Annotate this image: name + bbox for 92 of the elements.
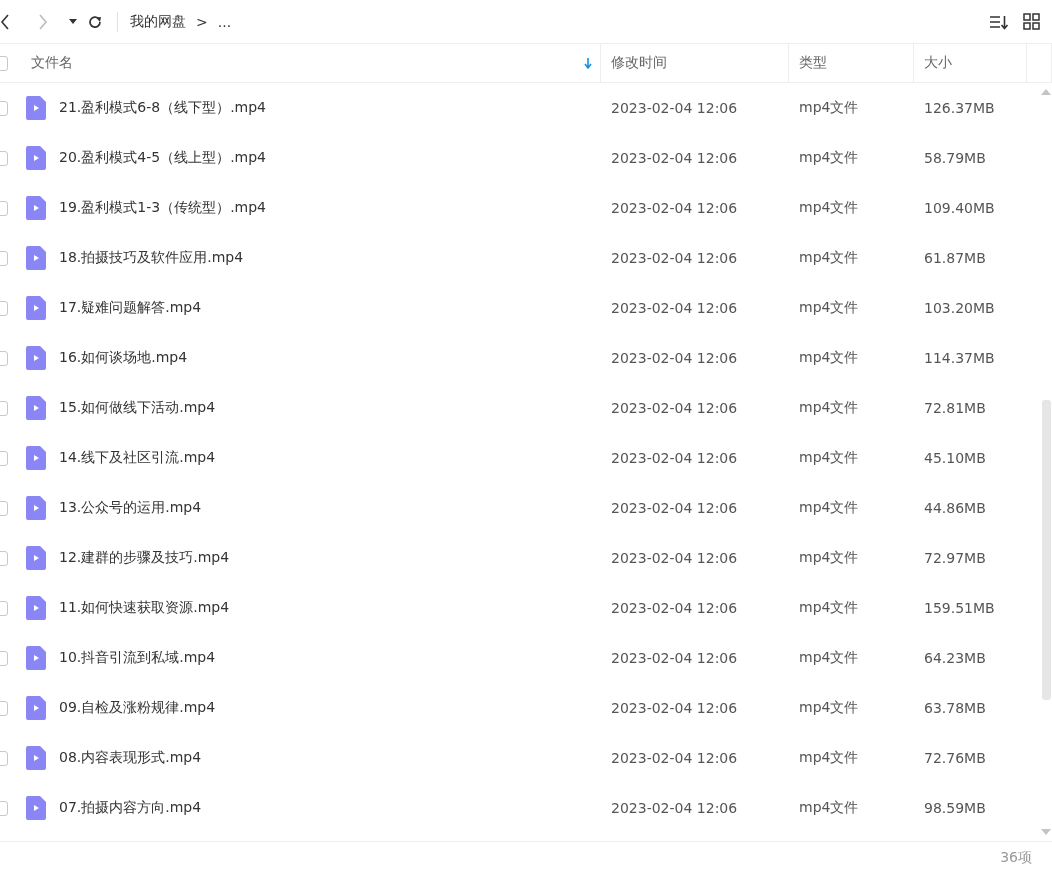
video-file-icon [26,146,46,170]
video-file-icon [26,596,46,620]
video-file-icon [26,746,46,770]
grid-view-icon[interactable] [1023,13,1040,30]
file-type: mp4文件 [799,549,859,567]
file-type: mp4文件 [799,449,859,467]
scroll-down-icon[interactable] [1041,829,1051,835]
sort-list-icon[interactable] [989,13,1009,30]
file-type: mp4文件 [799,399,859,417]
video-file-icon [26,196,46,220]
video-file-icon [26,646,46,670]
file-name[interactable]: 19.盈利模式1-3（传统型）.mp4 [59,199,266,217]
file-size: 58.79MB [924,150,986,166]
file-size: 126.37MB [924,100,995,116]
file-type: mp4文件 [799,299,859,317]
file-size: 72.76MB [924,750,986,766]
file-name[interactable]: 08.内容表现形式.mp4 [59,749,202,767]
file-name[interactable]: 15.如何做线下活动.mp4 [59,399,216,417]
file-size: 72.81MB [924,400,986,416]
file-name[interactable]: 07.拍摄内容方向.mp4 [59,799,202,817]
modified-time: 2023-02-04 12:06 [611,650,738,666]
file-size: 61.87MB [924,250,986,266]
file-type: mp4文件 [799,499,859,517]
video-file-icon [26,496,46,520]
item-count: 36项 [1000,849,1032,867]
modified-time: 2023-02-04 12:06 [611,200,738,216]
scroll-up-icon[interactable] [1041,89,1051,95]
breadcrumb-item[interactable]: 我的网盘 [130,12,186,31]
file-name[interactable]: 09.自检及涨粉规律.mp4 [59,699,216,717]
file-type: mp4文件 [799,99,859,117]
modified-time: 2023-02-04 12:06 [611,500,738,516]
video-file-icon [26,696,46,720]
column-header[interactable]: 文件名 [30,44,601,82]
modified-time: 2023-02-04 12:06 [611,150,738,166]
file-name[interactable]: 10.抖音引流到私域.mp4 [59,649,216,667]
file-type: mp4文件 [799,749,859,767]
file-size: 103.20MB [924,300,995,316]
modified-time: 2023-02-04 12:06 [611,100,738,116]
modified-time: 2023-02-04 12:06 [611,400,738,416]
modified-time: 2023-02-04 12:06 [611,450,738,466]
file-name[interactable]: 21.盈利模式6-8（线下型）.mp4 [59,99,266,117]
modified-time: 2023-02-04 12:06 [611,350,738,366]
file-name[interactable]: 18.拍摄技巧及软件应用.mp4 [59,249,244,267]
file-type: mp4文件 [799,699,859,717]
modified-time: 2023-02-04 12:06 [611,300,738,316]
file-size: 109.40MB [924,200,995,216]
dropdown-caret-icon[interactable] [69,18,77,25]
file-name[interactable]: 20.盈利模式4-5（线上型）.mp4 [59,149,266,167]
video-file-icon [26,246,46,270]
file-name[interactable]: 17.疑难问题解答.mp4 [59,299,202,317]
modified-time: 2023-02-04 12:06 [611,550,738,566]
breadcrumb-separator: > [196,13,208,30]
file-size: 72.97MB [924,550,986,566]
video-file-icon [26,96,46,120]
video-file-icon [26,346,46,370]
modified-time: 2023-02-04 12:06 [611,750,738,766]
file-size: 45.10MB [924,450,986,466]
refresh-icon[interactable] [87,13,103,30]
video-file-icon [26,546,46,570]
file-name[interactable]: 14.线下及社区引流.mp4 [59,449,216,467]
breadcrumb-item[interactable]: ... [217,13,232,30]
file-name[interactable]: 12.建群的步骤及技巧.mp4 [59,549,230,567]
file-name[interactable]: 16.如何谈场地.mp4 [59,349,188,367]
file-size: 63.78MB [924,700,986,716]
file-name[interactable]: 13.公众号的运用.mp4 [59,499,202,517]
file-size: 98.59MB [924,800,986,816]
video-file-icon [26,446,46,470]
column-header[interactable]: 类型 [789,44,914,82]
video-file-icon [26,796,46,820]
modified-time: 2023-02-04 12:06 [611,700,738,716]
sort-arrow-icon[interactable] [584,57,592,69]
file-name[interactable]: 11.如何快速获取资源.mp4 [59,599,230,617]
file-size: 44.86MB [924,500,986,516]
back-icon[interactable] [0,13,10,30]
file-type: mp4文件 [799,149,859,167]
forward-icon[interactable] [38,13,48,30]
video-file-icon [26,296,46,320]
file-type: mp4文件 [799,599,859,617]
file-type: mp4文件 [799,799,859,817]
modified-time: 2023-02-04 12:06 [611,250,738,266]
column-header[interactable]: 大小 [914,44,1027,82]
file-type: mp4文件 [799,349,859,367]
file-size: 64.23MB [924,650,986,666]
modified-time: 2023-02-04 12:06 [611,600,738,616]
column-header[interactable]: 修改时间 [601,44,789,82]
file-type: mp4文件 [799,199,859,217]
file-size: 114.37MB [924,350,995,366]
file-size: 159.51MB [924,600,995,616]
modified-time: 2023-02-04 12:06 [611,800,738,816]
video-file-icon [26,396,46,420]
file-type: mp4文件 [799,249,859,267]
file-type: mp4文件 [799,649,859,667]
